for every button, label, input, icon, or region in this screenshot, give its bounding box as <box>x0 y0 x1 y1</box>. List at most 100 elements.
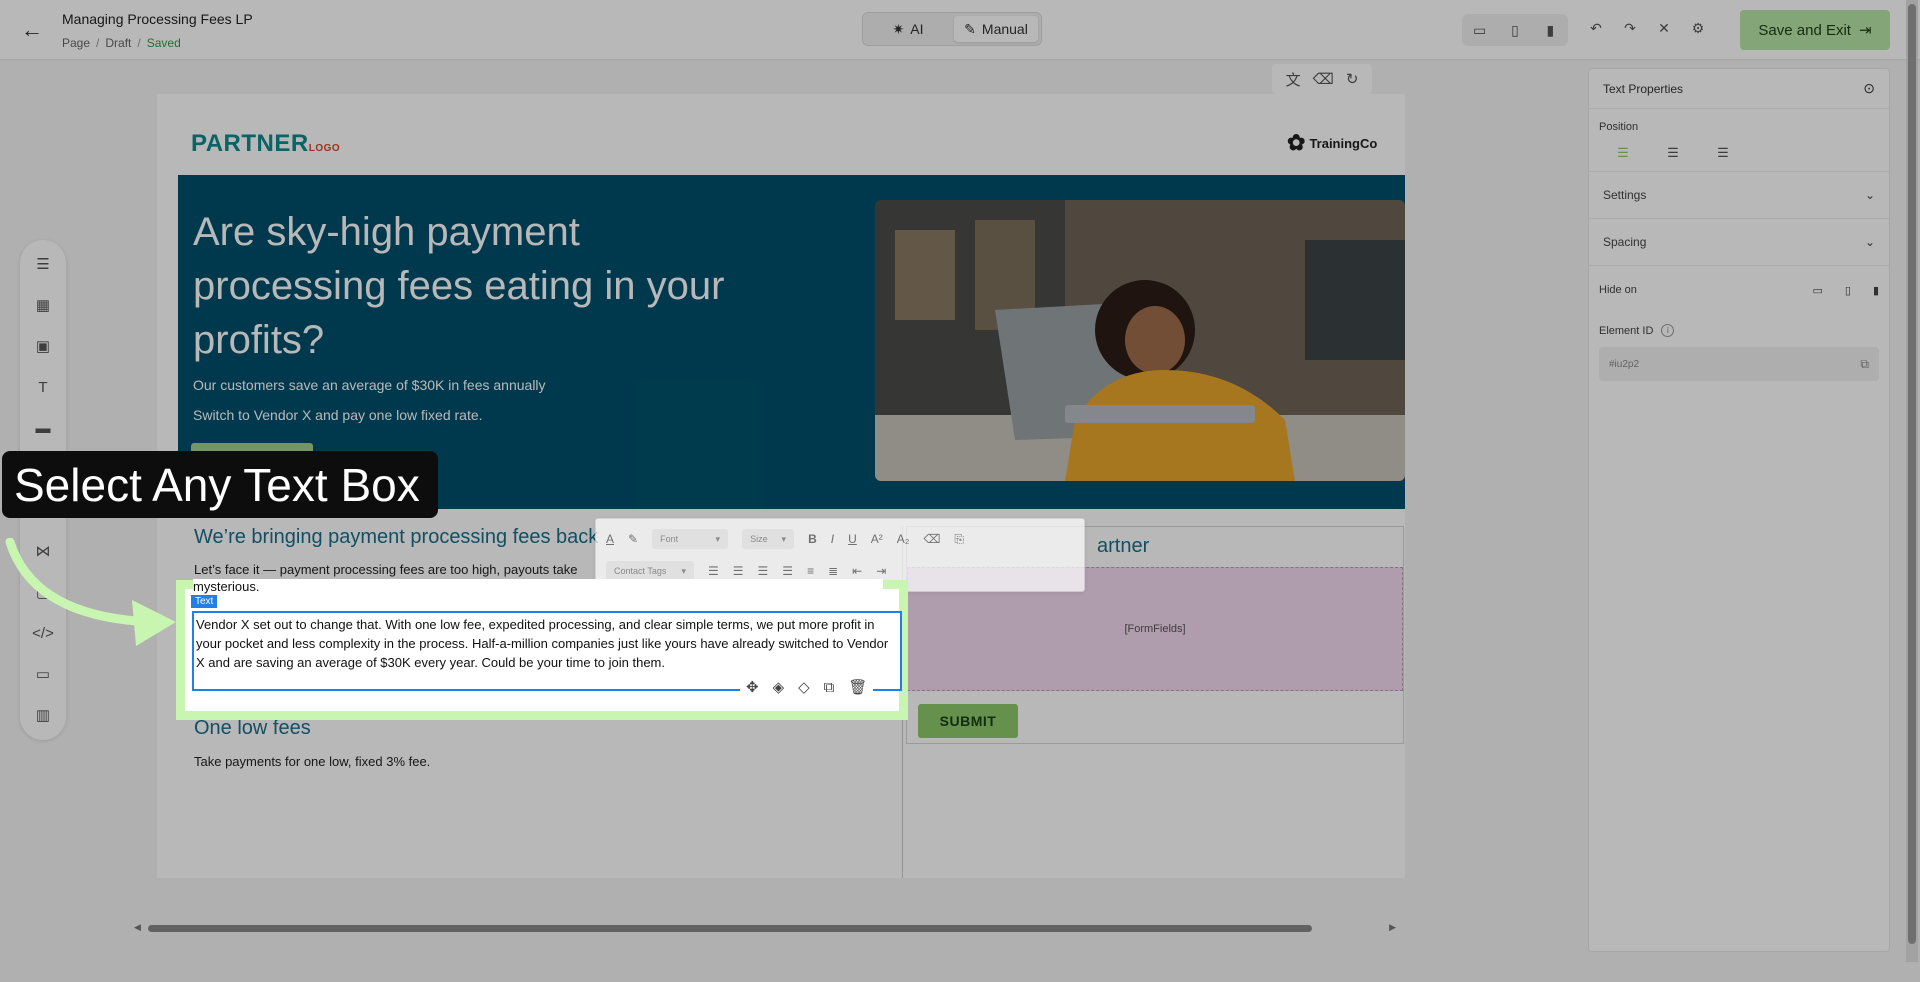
text-element-tag: Text <box>191 595 218 608</box>
align-right-icon[interactable]: ☰ <box>758 564 769 578</box>
section2-heading[interactable]: One low fees <box>194 717 311 740</box>
desktop-icon[interactable]: ▭ <box>1468 18 1492 42</box>
settings-section[interactable]: Settings ⌄ <box>1589 172 1889 219</box>
bullet-list-icon[interactable]: ≡ <box>807 564 814 578</box>
reset-icon[interactable]: ↻ <box>1346 70 1359 88</box>
italic-icon[interactable]: I <box>831 532 834 546</box>
highlight-icon[interactable]: ✎ <box>628 532 638 546</box>
translate-icon[interactable]: 文 <box>1286 69 1301 90</box>
move-icon[interactable]: ✥ <box>746 678 759 696</box>
mode-ai-button[interactable]: ✷ AI <box>866 16 950 42</box>
sections-icon[interactable]: ☰ <box>33 254 53 274</box>
position-align-row: ☰ ☰ ☰ <box>1589 139 1889 172</box>
trainingco-logo[interactable]: ✿ TrainingCo <box>1287 130 1377 156</box>
hero-subtitle-1[interactable]: Our customers save an average of $30K in… <box>193 377 546 393</box>
hero-title[interactable]: Are sky-high payment processing fees eat… <box>193 205 773 367</box>
position-label: Position <box>1599 121 1639 133</box>
hero-subtitle-2[interactable]: Switch to Vendor X and pay one low fixed… <box>193 407 483 423</box>
clear-icon[interactable]: ✕ <box>1652 16 1676 40</box>
panel-title: Text Properties <box>1603 81 1684 96</box>
back-arrow-icon[interactable]: ← <box>20 18 44 42</box>
undo-icon[interactable]: ↶ <box>1584 16 1608 40</box>
submit-button[interactable]: SUBMIT <box>918 704 1018 738</box>
breadcrumb: Page / Draft / Saved <box>62 36 181 50</box>
layer-up-icon[interactable]: ◈ <box>773 678 785 696</box>
tablet-icon[interactable]: ▯ <box>1503 18 1527 42</box>
bold-icon[interactable]: B <box>808 532 817 546</box>
section1-text[interactable]: Let’s face it — payment processing fees … <box>194 560 594 579</box>
saved-status: Saved <box>146 36 181 50</box>
device-preview-group: ▭ ▯ ▮ <box>1462 14 1568 46</box>
hero-photo[interactable] <box>875 200 1405 481</box>
save-and-exit-button[interactable]: Save and Exit ⇥ <box>1740 10 1890 50</box>
numbered-list-icon[interactable]: ≣ <box>828 564 838 578</box>
element-actions: ✥ ◈ ◇ ⧉ 🗑 <box>740 676 874 698</box>
delete-icon[interactable]: 🗑 <box>848 678 867 696</box>
text-icon[interactable]: T <box>33 377 53 397</box>
tutorial-callout: Select Any Text Box <box>2 451 438 518</box>
settings-icon[interactable]: ⚙ <box>1686 16 1710 40</box>
font-select[interactable]: Font ▾ <box>652 529 729 549</box>
history-group: ↶ ↷ ✕ ⚙ <box>1584 16 1710 40</box>
eraser-icon[interactable]: ⌫ <box>1313 70 1334 88</box>
chevron-down-icon: ⌄ <box>1864 188 1875 202</box>
vertical-scrollbar-thumb[interactable] <box>1908 4 1916 944</box>
trainingco-logo-icon: ✿ <box>1287 130 1306 155</box>
image-icon[interactable]: ▣ <box>33 336 53 356</box>
hide-on-row: Hide on ▭ ▯ ▮ <box>1589 266 1889 314</box>
page-title: Managing Processing Fees LP <box>62 11 253 27</box>
horizontal-scrollbar[interactable]: ◀ ▶ <box>134 922 1396 934</box>
section1-text-continued[interactable]: mysterious. <box>193 579 883 594</box>
layout-icon[interactable]: ▦ <box>33 295 53 315</box>
section2-text[interactable]: Take payments for one low, fixed 3% fee. <box>194 752 430 771</box>
element-id-field[interactable]: #iu2p2 ⧉ <box>1599 347 1879 381</box>
hide-tablet-icon[interactable]: ▯ <box>1845 284 1851 297</box>
align-center-icon[interactable]: ☰ <box>733 564 744 578</box>
align-left-icon[interactable]: ☰ <box>1613 145 1633 161</box>
panel-header: Text Properties ⊙ <box>1589 69 1889 109</box>
mode-toggle: ✷ AI ✎ Manual <box>862 12 1042 46</box>
redo-icon[interactable]: ↷ <box>1618 16 1642 40</box>
layer-down-icon[interactable]: ◇ <box>798 678 810 696</box>
panel-collapse-icon[interactable]: ⊙ <box>1863 80 1875 97</box>
sparkle-icon: ✷ <box>892 20 905 37</box>
element-id-label: Element ID <box>1599 324 1654 337</box>
vertical-scrollbar[interactable] <box>1906 0 1918 962</box>
align-center-icon[interactable]: ☰ <box>1663 145 1683 161</box>
align-right-icon[interactable]: ☰ <box>1713 145 1733 161</box>
link-icon[interactable]: ⎘ <box>954 532 964 547</box>
scroll-right-icon[interactable]: ▶ <box>1389 922 1396 933</box>
mode-manual-button[interactable]: ✎ Manual <box>954 16 1038 42</box>
canvas-tools: 文 ⌫ ↻ <box>1272 64 1372 94</box>
underline-icon[interactable]: U <box>848 532 857 546</box>
templates-icon[interactable]: ▥ <box>33 705 53 725</box>
mobile-icon[interactable]: ▮ <box>1538 18 1562 42</box>
outdent-icon[interactable]: ⇤ <box>852 564 862 578</box>
exit-icon: ⇥ <box>1858 22 1872 39</box>
spacing-section[interactable]: Spacing ⌄ <box>1589 219 1889 266</box>
breadcrumb-page[interactable]: Page <box>62 36 90 50</box>
form-title[interactable]: artner <box>1097 535 1149 558</box>
info-icon[interactable]: i <box>1661 324 1675 337</box>
partner-logo[interactable]: PARTNERLOGO <box>191 130 340 158</box>
duplicate-icon[interactable]: ⧉ <box>824 679 835 696</box>
copy-icon[interactable]: ⧉ <box>1860 357 1869 372</box>
size-select[interactable]: Size ▾ <box>742 529 795 549</box>
button-icon[interactable]: ▬ <box>33 418 53 438</box>
font-color-icon[interactable]: A <box>606 532 614 546</box>
superscript-icon[interactable]: A² <box>871 532 883 546</box>
contact-tags-select[interactable]: Contact Tags ▾ <box>606 561 694 581</box>
scrollbar-thumb[interactable] <box>148 925 1312 932</box>
breadcrumb-draft: Draft <box>105 36 132 50</box>
hide-desktop-icon[interactable]: ▭ <box>1812 284 1822 297</box>
subscript-icon[interactable]: A₂ <box>897 532 910 546</box>
chevron-down-icon: ⌄ <box>1864 235 1875 249</box>
section1-heading[interactable]: We’re bringing payment processing fees b… <box>194 526 598 549</box>
clear-format-icon[interactable]: ⌫ <box>923 532 940 546</box>
footer-icon[interactable]: ▭ <box>33 664 53 684</box>
indent-icon[interactable]: ⇥ <box>876 564 886 578</box>
justify-icon[interactable]: ☰ <box>782 564 793 578</box>
align-left-icon[interactable]: ☰ <box>708 564 719 578</box>
hide-mobile-icon[interactable]: ▮ <box>1873 284 1879 297</box>
scroll-left-icon[interactable]: ◀ <box>134 922 141 933</box>
